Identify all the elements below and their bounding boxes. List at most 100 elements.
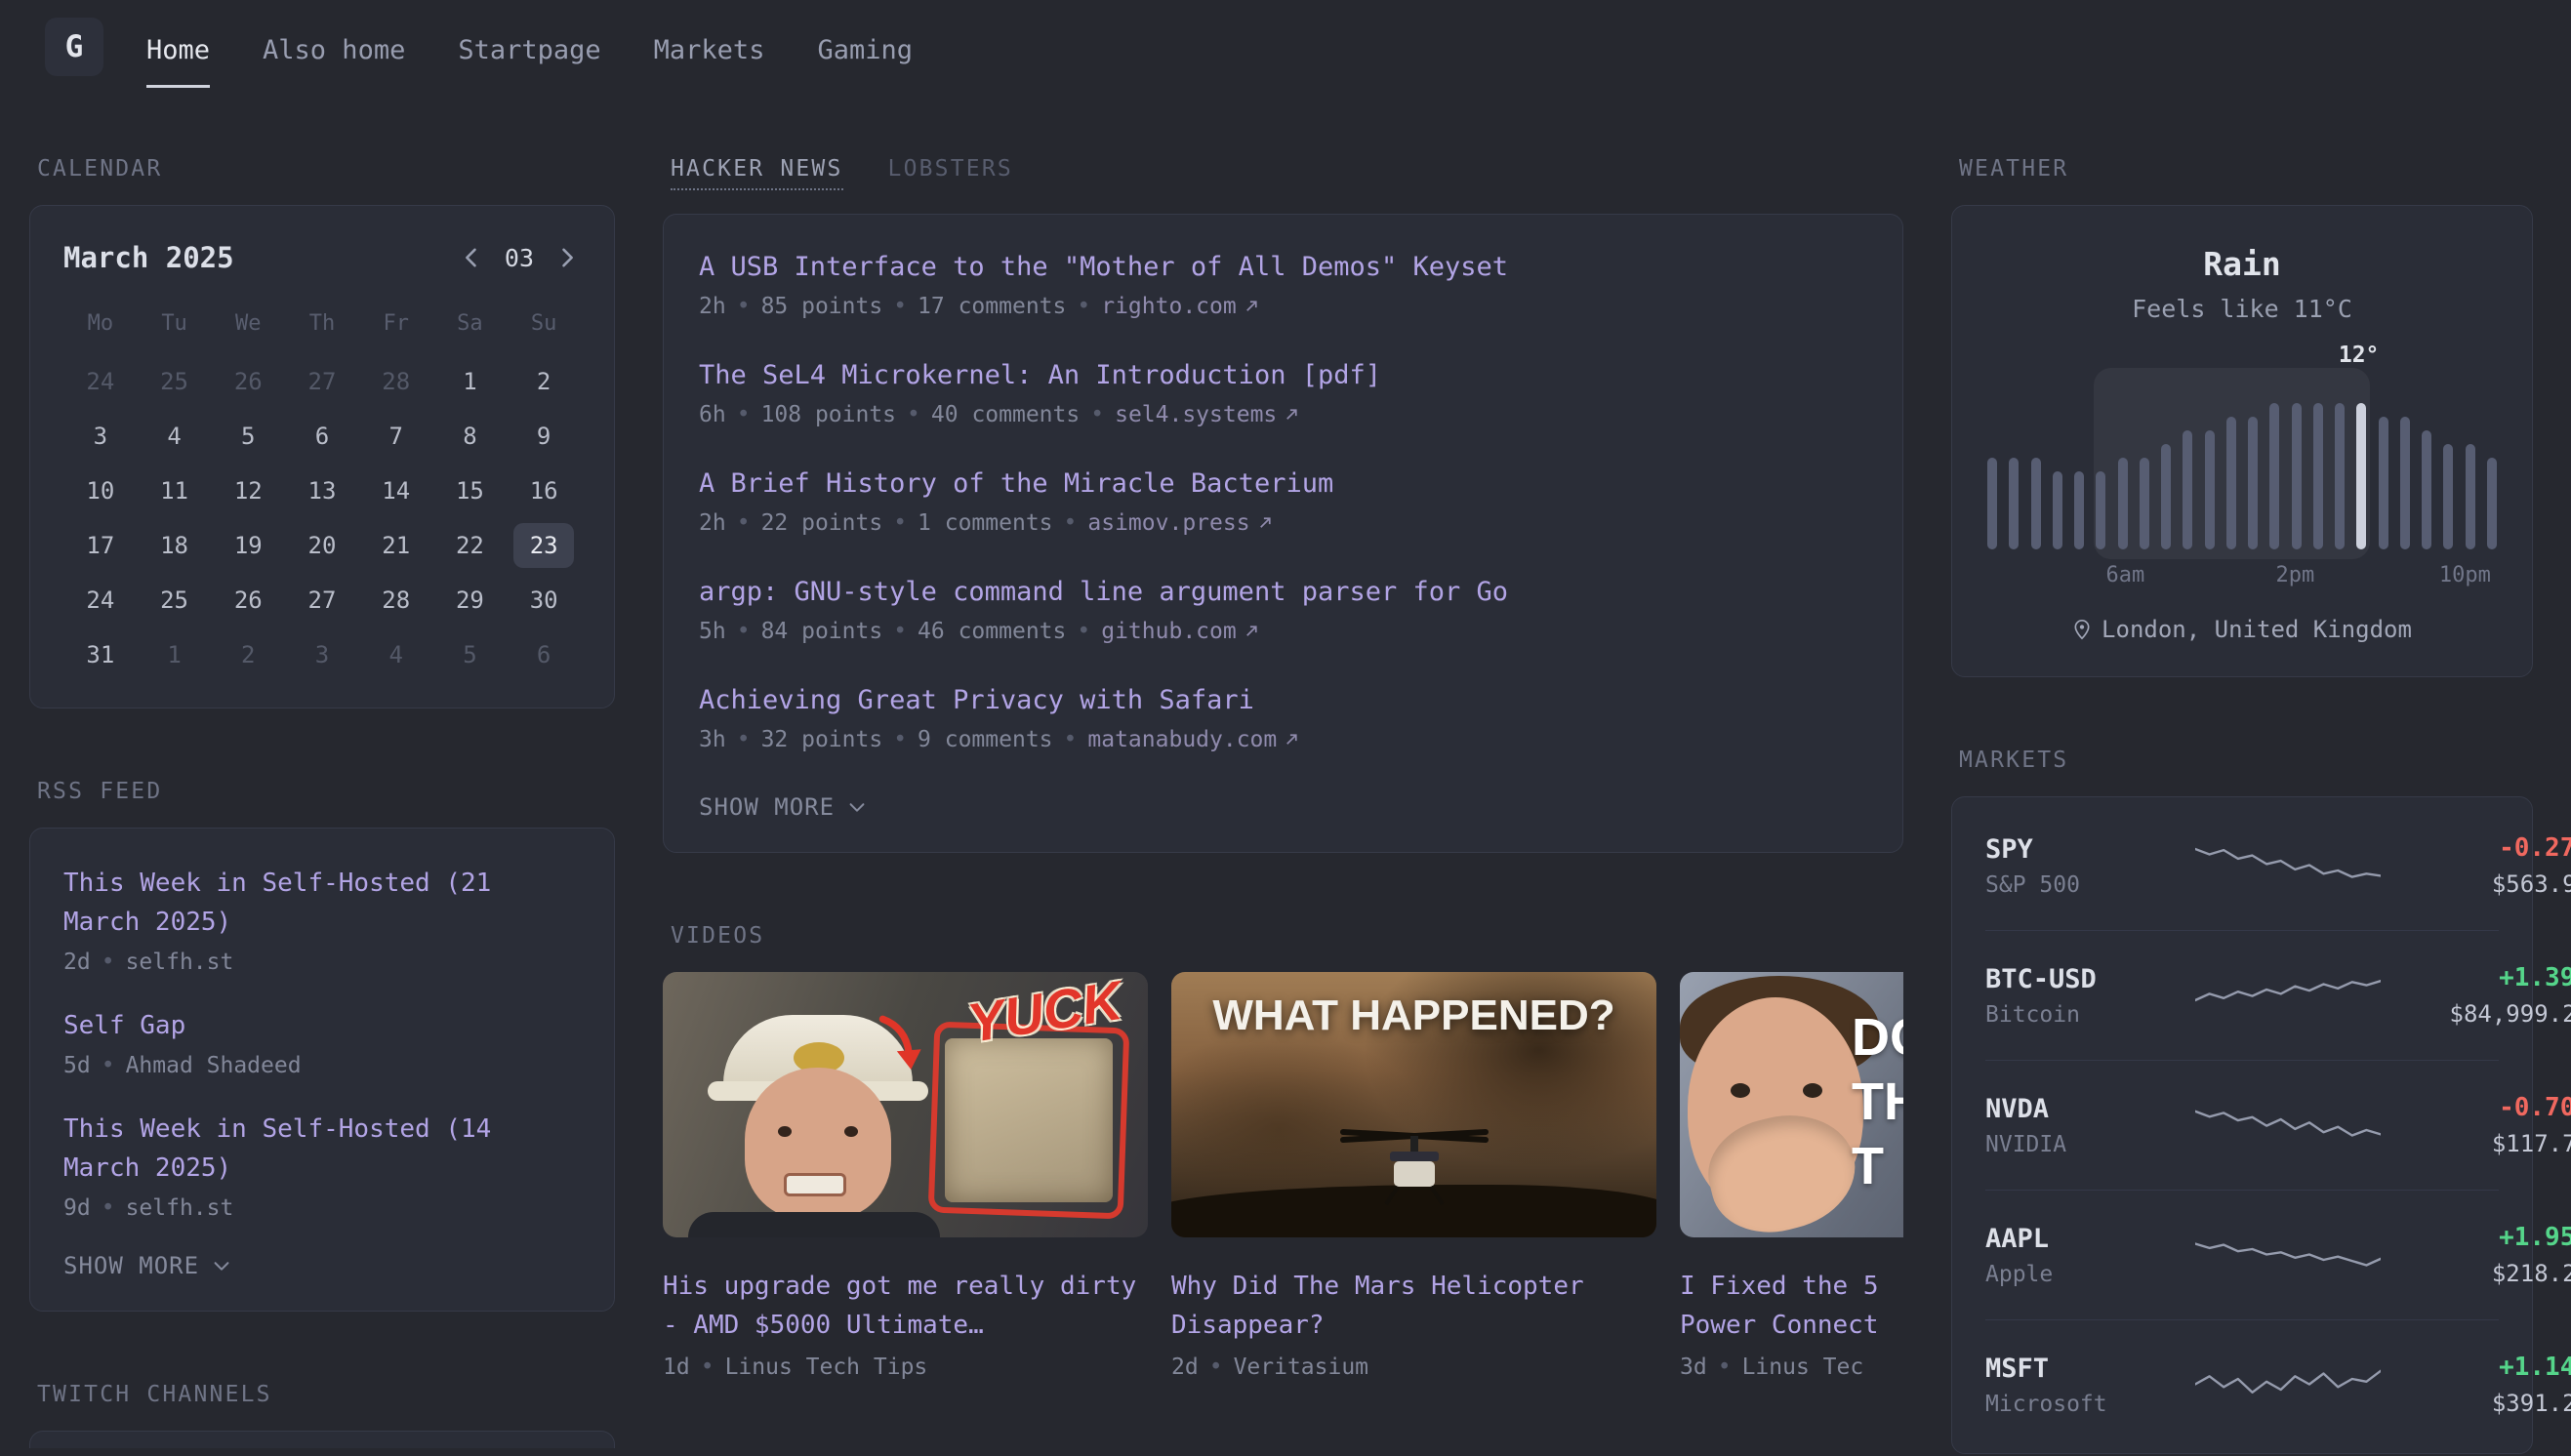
thumb-overlay-text: DO TH T <box>1852 1005 1903 1198</box>
rss-item-title[interactable]: Self Gap <box>63 1006 581 1045</box>
news-card: A USB Interface to the "Mother of All De… <box>663 214 1903 853</box>
news-item-domain[interactable]: righto.com <box>1101 294 1259 319</box>
video-thumbnail[interactable]: DO TH T <box>1680 972 1903 1237</box>
markets-widget: MARKETS SPYS&P 500-0.27%$563.98 BTC-USD Bi… <box>1951 748 2533 1454</box>
external-link-icon <box>1244 298 1260 314</box>
video-card: WHAT HAPPENED? Why Did The Mars Helicopte… <box>1171 972 1656 1380</box>
rss-show-more-button[interactable]: SHOW MORE <box>63 1252 232 1279</box>
market-price: $563.98 <box>2381 870 2571 898</box>
market-row-spy[interactable]: SPYS&P 500-0.27%$563.98 <box>1985 801 2499 930</box>
calendar-day: 20 <box>285 522 359 569</box>
market-price: $391.26 <box>2381 1390 2571 1417</box>
video-thumbnail[interactable]: YUCK <box>663 972 1148 1237</box>
video-title[interactable]: Why Did The Mars Helicopter Disappear? <box>1171 1267 1656 1345</box>
news-item-age: 5h <box>699 619 726 644</box>
markets-card: SPYS&P 500-0.27%$563.98BTC-USDBitcoin+1.… <box>1951 796 2533 1454</box>
calendar-day: 1 <box>433 358 508 405</box>
rss-section-title: RSS FEED <box>37 779 615 804</box>
news-item-domain[interactable]: asimov.press <box>1087 510 1273 536</box>
news-item-title[interactable]: Achieving Great Privacy with Safari <box>699 685 1867 715</box>
weather-hour-bar <box>2009 458 2019 549</box>
calendar-prev-button[interactable] <box>458 244 485 271</box>
external-link-icon <box>1284 406 1300 423</box>
market-row-aapl[interactable]: AAPLApple+1.95%$218.27 <box>1985 1190 2499 1319</box>
thumb-eye <box>1731 1083 1750 1098</box>
video-meta: 3d•Linus Tec <box>1680 1355 1903 1380</box>
news-item: A USB Interface to the "Mother of All De… <box>699 252 1867 319</box>
calendar-controls: 03 <box>458 244 581 272</box>
weather-chart: 12° <box>1987 384 2497 549</box>
news-item-domain[interactable]: matanabudy.com <box>1087 727 1300 752</box>
news-item-comments: 46 comments <box>918 619 1066 644</box>
weather-hour-bar <box>2226 417 2236 549</box>
meta-separator-icon: • <box>893 727 907 752</box>
calendar-weekday: Th <box>285 300 359 346</box>
nav-tab-also-home[interactable]: Also home <box>263 35 405 88</box>
markets-section-title: MARKETS <box>1959 748 2533 773</box>
weather-location-label: London, United Kingdom <box>2102 616 2412 643</box>
meta-separator-icon: • <box>1077 619 1090 644</box>
rss-item-title[interactable]: This Week in Self-Hosted (14 March 2025) <box>63 1110 581 1188</box>
thumb-helicopter <box>1331 1118 1497 1206</box>
meta-separator-icon: • <box>737 510 751 536</box>
calendar-day: 10 <box>63 467 138 514</box>
calendar-day-number: 8 <box>439 414 500 459</box>
weather-widget: WEATHER Rain Feels like 11°C 12° 6am2pm1… <box>1951 156 2533 677</box>
meta-separator-icon: • <box>907 402 920 427</box>
rss-item-meta: 5d•Ahmad Shadeed <box>63 1053 581 1078</box>
calendar-day: 6 <box>285 413 359 460</box>
news-tab-lobsters[interactable]: LOBSTERS <box>888 156 1013 190</box>
market-sparkline <box>2195 1093 2381 1157</box>
video-title[interactable]: His upgrade got me really dirty - AMD $5… <box>663 1267 1148 1345</box>
nav-tab-gaming[interactable]: Gaming <box>817 35 913 88</box>
news-item-age: 3h <box>699 727 726 752</box>
nav-tab-home[interactable]: Home <box>146 35 210 88</box>
market-price: $84,999.29 <box>2381 1000 2571 1028</box>
news-item-title[interactable]: argp: GNU-style command line argument pa… <box>699 577 1867 607</box>
calendar-day: 27 <box>285 577 359 624</box>
news-tab-hacker-news[interactable]: HACKER NEWS <box>671 156 843 190</box>
news-item-meta: 3h•32 points•9 comments•matanabudy.com <box>699 727 1867 752</box>
calendar-day-number: 12 <box>218 468 278 513</box>
video-thumbnail[interactable]: WHAT HAPPENED? <box>1171 972 1656 1237</box>
calendar-next-button[interactable] <box>553 244 581 271</box>
market-row-nvda[interactable]: NVDANVIDIA-0.70%$117.70 <box>1985 1060 2499 1190</box>
market-ticker: BTC-USD <box>1985 964 2195 994</box>
news-show-more-button[interactable]: SHOW MORE <box>699 793 868 821</box>
calendar-day-number: 15 <box>439 468 500 513</box>
nav-tab-markets[interactable]: Markets <box>654 35 765 88</box>
rss-item: This Week in Self-Hosted (14 March 2025)… <box>63 1110 581 1221</box>
market-row-btc-usd[interactable]: BTC-USDBitcoin+1.39%$84,999.29 <box>1985 930 2499 1060</box>
news-item-title[interactable]: A USB Interface to the "Mother of All De… <box>699 252 1867 282</box>
calendar-day: 8 <box>433 413 508 460</box>
news-item-domain[interactable]: sel4.systems <box>1115 402 1300 427</box>
external-link-icon <box>1257 514 1274 531</box>
news-item: A Brief History of the Miracle Bacterium… <box>699 468 1867 536</box>
market-name: Bitcoin <box>1985 1002 2195 1028</box>
calendar-day: 13 <box>285 467 359 514</box>
news-item-title[interactable]: A Brief History of the Miracle Bacterium <box>699 468 1867 499</box>
news-item-domain[interactable]: github.com <box>1101 619 1259 644</box>
calendar-day-number: 5 <box>218 414 278 459</box>
weather-hour-bar <box>2400 417 2410 549</box>
calendar-day: 3 <box>285 631 359 678</box>
meta-separator-icon: • <box>1209 1355 1223 1380</box>
calendar-day-number: 31 <box>70 632 131 677</box>
calendar-month-title: March 2025 <box>63 241 234 274</box>
calendar-day-number: 10 <box>70 468 131 513</box>
market-row-msft[interactable]: MSFTMicrosoft+1.14%$391.26 <box>1985 1319 2499 1449</box>
weather-time-axis: 6am2pm10pm <box>1987 561 2497 590</box>
calendar-weekday: Sa <box>433 300 508 346</box>
calendar-day: 2 <box>507 358 581 405</box>
news-item-points: 85 points <box>761 294 883 319</box>
rss-item-title[interactable]: This Week in Self-Hosted (21 March 2025) <box>63 864 581 942</box>
video-title[interactable]: I Fixed the 5 Power Connect <box>1680 1267 1903 1345</box>
app-logo[interactable]: G <box>45 18 103 76</box>
calendar-day-number: 21 <box>366 523 427 568</box>
calendar-day: 25 <box>138 358 212 405</box>
news-item-title[interactable]: The SeL4 Microkernel: An Introduction [p… <box>699 360 1867 390</box>
calendar-day: 14 <box>359 467 433 514</box>
news-item-points: 84 points <box>761 619 883 644</box>
calendar-widget: CALENDAR March 2025 03 MoTuWeThFrSaSu242… <box>29 156 615 708</box>
nav-tab-startpage[interactable]: Startpage <box>458 35 600 88</box>
